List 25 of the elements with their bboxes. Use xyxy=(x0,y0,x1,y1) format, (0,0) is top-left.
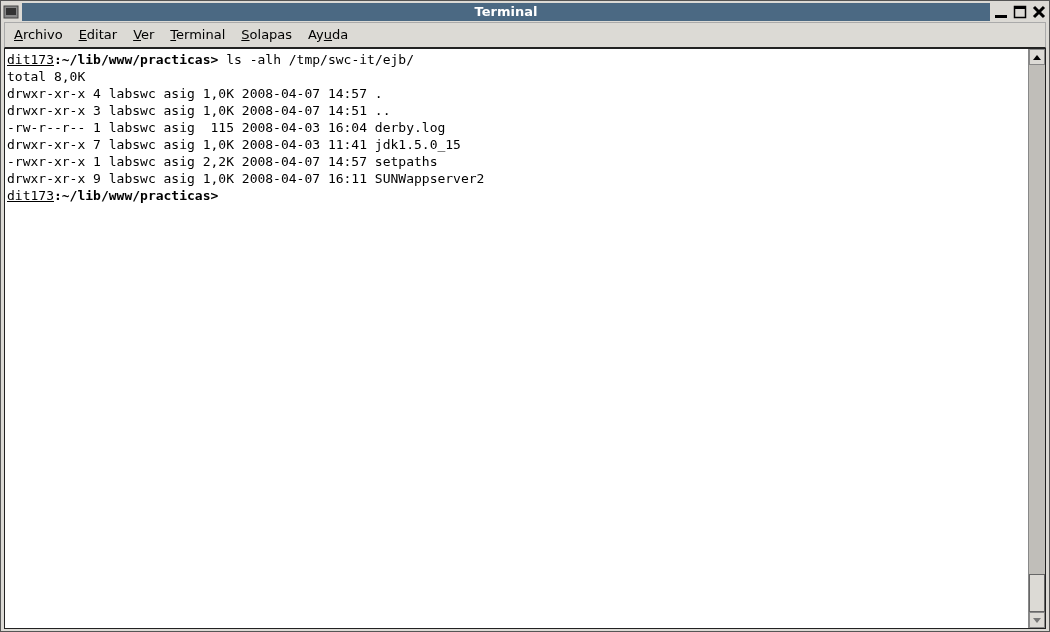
scroll-down-button[interactable] xyxy=(1029,612,1045,628)
up-arrow-icon xyxy=(1033,54,1041,60)
menu-item[interactable]: Terminal xyxy=(169,25,227,45)
close-icon[interactable] xyxy=(1031,3,1047,20)
window-title: Terminal xyxy=(474,2,538,21)
menu-item[interactable]: Ayuda xyxy=(307,25,350,45)
output-line: drwxr-xr-x 9 labswc asig 1,0K 2008-04-07 16:11 SUNWappserver2 xyxy=(7,170,486,187)
menu-item[interactable]: Ver xyxy=(132,25,156,45)
output-line: -rwxr-xr-x 1 labswc asig 2,2K 2008-04-07 14:57 setpaths xyxy=(7,153,439,170)
prompt-line: dit173:~/lib/www/practicas> ls -alh /tmp/swc-it/ejb/ xyxy=(7,51,415,68)
terminal-icon xyxy=(3,3,19,20)
menu-item[interactable]: Solapas xyxy=(240,25,294,45)
scroll-up-button[interactable] xyxy=(1029,49,1045,65)
down-arrow-icon xyxy=(1033,617,1041,623)
menu-item[interactable]: Archivo xyxy=(13,25,64,45)
maximize-icon[interactable] xyxy=(1012,3,1028,20)
output-line: drwxr-xr-x 4 labswc asig 1,0K 2008-04-07 14:57 . xyxy=(7,85,384,102)
output-line: drwxr-xr-x 7 labswc asig 1,0K 2008-04-03 11:41 jdk1.5.0_15 xyxy=(7,136,462,153)
output-line: total 8,0K xyxy=(7,68,87,85)
prompt-line: dit173:~/lib/www/practicas> xyxy=(7,187,220,204)
scroll-thumb[interactable] xyxy=(1029,574,1045,612)
output-line: -rw-r--r-- 1 labswc asig 115 2008-04-03 16:04 derby.log xyxy=(7,119,447,136)
menu-item[interactable]: Editar xyxy=(77,25,119,45)
scrollbar[interactable] xyxy=(1028,49,1045,628)
output-line: drwxr-xr-x 3 labswc asig 1,0K 2008-04-07 14:51 .. xyxy=(7,102,392,119)
